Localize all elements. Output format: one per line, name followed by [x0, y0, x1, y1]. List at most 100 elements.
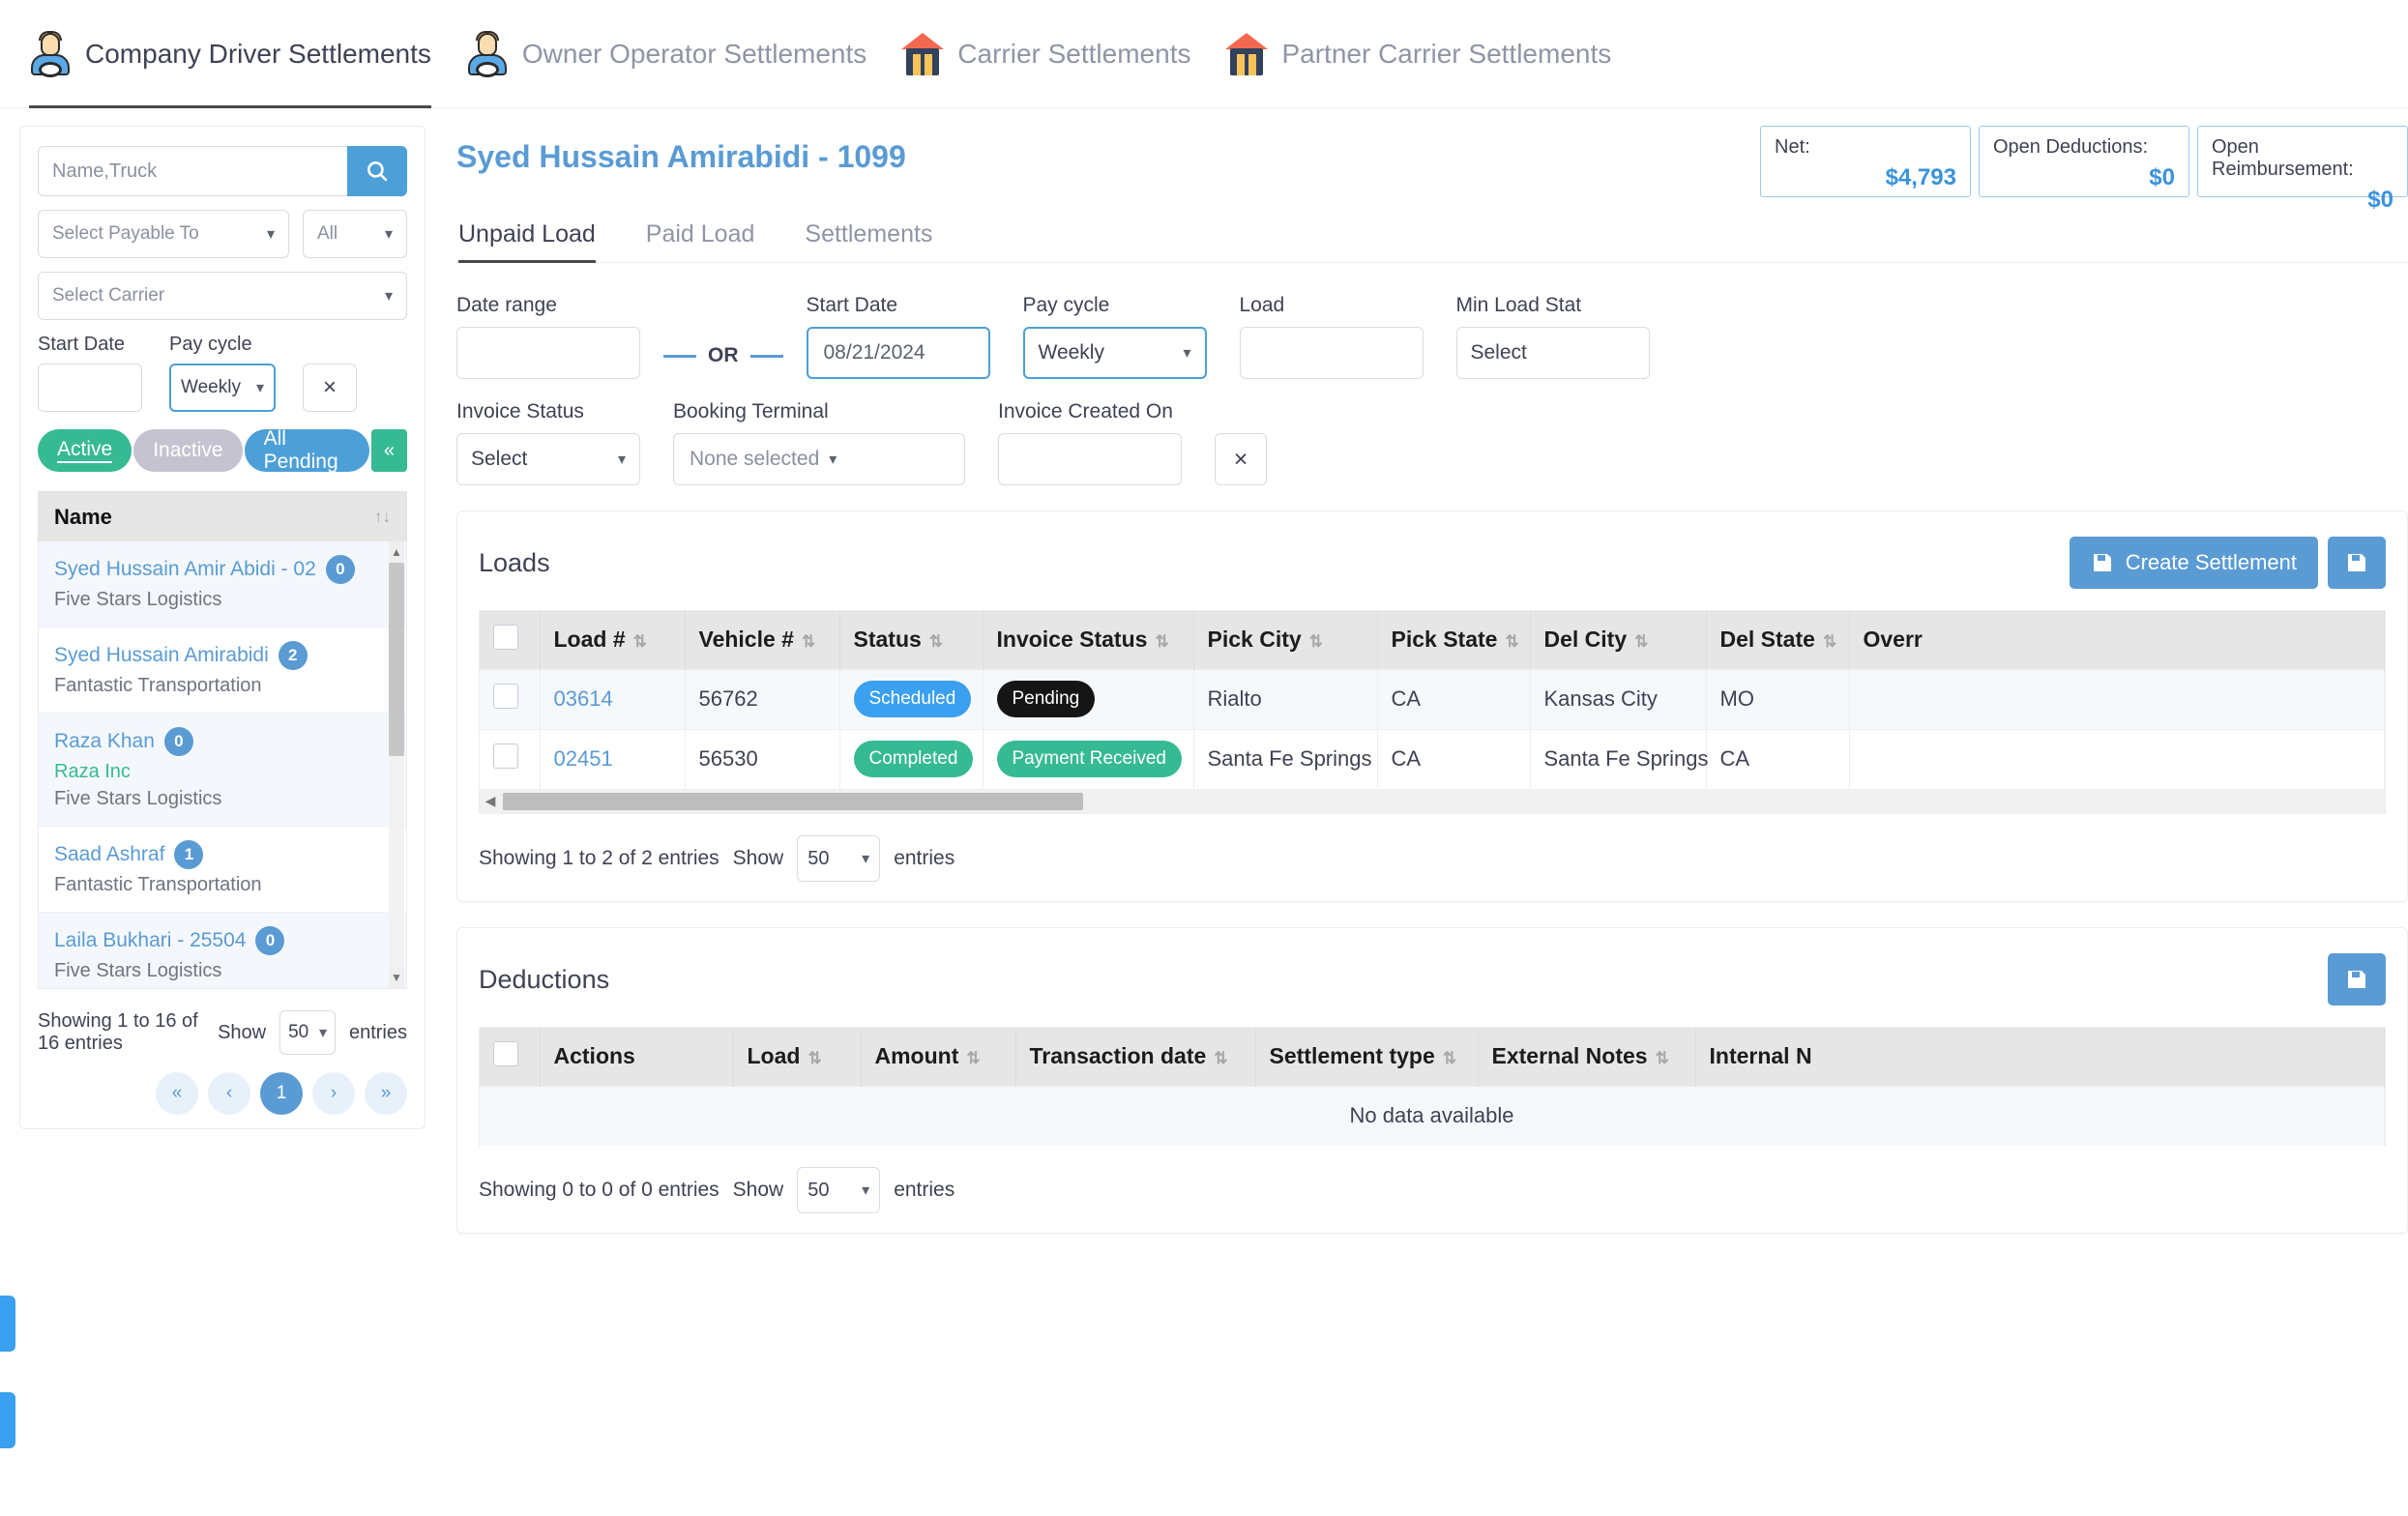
col-load[interactable]: Load ⇅: [733, 1028, 862, 1086]
scrollbar-thumb[interactable]: [389, 563, 404, 756]
col-status[interactable]: Status ⇅: [839, 611, 984, 669]
list-item[interactable]: Raza Khan 0 Raza Inc Five Stars Logistic…: [39, 714, 406, 827]
pagination-first[interactable]: «: [156, 1072, 198, 1115]
search-input[interactable]: [38, 146, 347, 196]
sort-icon[interactable]: ⇅: [1823, 632, 1836, 651]
cell-load-number[interactable]: 02451: [540, 728, 686, 789]
table-row[interactable]: 03614 56762 Scheduled Pending Rialto CA …: [480, 668, 2385, 729]
cell-pick-state: CA: [1377, 668, 1531, 729]
loads-horizontal-scrollbar[interactable]: ◀: [479, 789, 2386, 814]
tab-company-driver-settlements[interactable]: Company Driver Settlements: [19, 0, 456, 108]
tab-carrier-settlements[interactable]: Carrier Settlements: [892, 0, 1216, 108]
col-pick-state[interactable]: Pick State ⇅: [1377, 611, 1531, 669]
booking-terminal-select[interactable]: None selected ▾: [673, 433, 965, 485]
col-pick-city[interactable]: Pick City ⇅: [1193, 611, 1378, 669]
start-date-input[interactable]: 08/21/2024: [806, 327, 990, 379]
tab-label: Unpaid Load: [458, 220, 596, 248]
col-settlement-type[interactable]: Settlement type ⇅: [1255, 1028, 1479, 1086]
sidebar-page-size-select[interactable]: 50 ▾: [279, 1010, 336, 1055]
sort-icon[interactable]: ⇅: [1634, 632, 1648, 651]
tab-partner-carrier-settlements[interactable]: Partner Carrier Settlements: [1216, 0, 1636, 108]
min-load-status-select[interactable]: Select: [1455, 327, 1650, 379]
save-deductions-button[interactable]: [2328, 953, 2386, 1006]
date-range-input[interactable]: [456, 327, 640, 379]
row-checkbox[interactable]: [493, 743, 518, 770]
pill-inactive[interactable]: Inactive: [133, 429, 243, 472]
invoice-status-select[interactable]: Select ▾: [456, 433, 640, 485]
pay-cycle-select[interactable]: Weekly ▾: [169, 364, 276, 412]
all-select[interactable]: All ▾: [303, 210, 407, 258]
search-button[interactable]: [347, 146, 407, 196]
loads-page-size-select[interactable]: 50 ▾: [797, 835, 881, 882]
select-all-checkbox[interactable]: [493, 624, 518, 650]
pagination-last[interactable]: »: [365, 1072, 407, 1115]
driver-list[interactable]: Syed Hussain Amir Abidi - 02 0 Five Star…: [39, 541, 406, 988]
cell-load-number[interactable]: 03614: [540, 668, 686, 729]
list-item[interactable]: Syed Hussain Amir Abidi - 02 0 Five Star…: [39, 541, 406, 627]
tab-paid-load[interactable]: Paid Load: [646, 220, 755, 262]
sort-icon[interactable]: ⇅: [802, 632, 815, 651]
sort-icon[interactable]: ⇅: [929, 632, 943, 651]
pagination-page-1[interactable]: 1: [260, 1072, 303, 1115]
edge-indicator-bottom[interactable]: [0, 1392, 15, 1448]
col-invoice-status[interactable]: Invoice Status ⇅: [983, 611, 1194, 669]
stat-value: $0: [2367, 187, 2393, 213]
select-all-checkbox[interactable]: [493, 1040, 518, 1066]
sort-icon[interactable]: ⇅: [1309, 632, 1323, 651]
load-input[interactable]: [1239, 327, 1424, 379]
row-checkbox[interactable]: [493, 684, 518, 709]
save-loads-button[interactable]: [2328, 537, 2386, 589]
chevron-down-icon: ▾: [384, 226, 393, 243]
pay-cycle-select[interactable]: Weekly ▾: [1022, 327, 1207, 379]
column-label: Amount: [874, 1043, 959, 1069]
sort-icon[interactable]: ⇅: [1443, 1049, 1456, 1067]
tab-unpaid-load[interactable]: Unpaid Load: [458, 220, 596, 263]
sort-icon[interactable]: ⇅: [808, 1049, 821, 1067]
scrollbar-thumb[interactable]: [503, 792, 1083, 810]
tab-settlements[interactable]: Settlements: [805, 220, 932, 262]
col-del-city[interactable]: Del City ⇅: [1530, 611, 1707, 669]
save-icon: [2348, 554, 2365, 571]
scroll-left-icon[interactable]: ◀: [480, 793, 501, 809]
sort-icon[interactable]: ⇅: [633, 632, 647, 651]
list-item[interactable]: Syed Hussain Amirabidi 2 Fantastic Trans…: [39, 627, 406, 714]
tab-owner-operator-settlements[interactable]: Owner Operator Settlements: [456, 0, 892, 108]
load-link[interactable]: 02451: [554, 746, 613, 771]
sort-icon[interactable]: ⇅: [966, 1049, 980, 1067]
table-row[interactable]: 02451 56530 Completed Payment Received S…: [480, 728, 2385, 789]
sort-icon[interactable]: ⇅: [1155, 632, 1168, 651]
payable-to-select[interactable]: Select Payable To ▾: [38, 210, 289, 258]
sort-icon[interactable]: ⇅: [1505, 632, 1518, 651]
col-override[interactable]: Overr: [1849, 611, 2385, 669]
driver-company: Five Stars Logistics: [54, 589, 222, 610]
pagination-next[interactable]: ›: [312, 1072, 355, 1115]
sort-icon[interactable]: ⇅: [1214, 1049, 1227, 1067]
create-settlement-button[interactable]: Create Settlement: [2069, 537, 2318, 589]
col-del-state[interactable]: Del State ⇅: [1706, 611, 1850, 669]
scroll-down-icon[interactable]: ▼: [389, 967, 404, 988]
start-date-input[interactable]: [38, 364, 142, 412]
clear-filters-button[interactable]: ×: [1215, 433, 1267, 485]
deductions-page-size-select[interactable]: 50 ▾: [797, 1167, 881, 1213]
col-amount[interactable]: Amount ⇅: [861, 1028, 1016, 1086]
col-vehicle-number[interactable]: Vehicle # ⇅: [685, 611, 840, 669]
col-external-notes[interactable]: External Notes ⇅: [1478, 1028, 1696, 1086]
carrier-select[interactable]: Select Carrier ▾: [38, 272, 407, 320]
sort-icon[interactable]: ↑↓: [374, 508, 391, 527]
clear-filters-button[interactable]: ×: [303, 364, 357, 412]
pill-all-pending[interactable]: All Pending: [244, 427, 369, 473]
col-internal-notes[interactable]: Internal N: [1695, 1028, 2385, 1086]
collapse-sidebar-button[interactable]: «: [370, 429, 407, 472]
invoice-created-on-input[interactable]: [998, 433, 1182, 485]
list-item[interactable]: Laila Bukhari - 25504 0 Five Stars Logis…: [39, 913, 406, 988]
pill-active[interactable]: Active: [38, 429, 132, 472]
col-load-number[interactable]: Load # ⇅: [540, 611, 686, 669]
list-item[interactable]: Saad Ashraf 1 Fantastic Transportation: [39, 827, 406, 913]
scroll-up-icon[interactable]: ▲: [389, 541, 404, 563]
edge-indicator-top[interactable]: [0, 1296, 15, 1352]
tab-label: Company Driver Settlements: [85, 38, 431, 69]
sort-icon[interactable]: ⇅: [1656, 1049, 1669, 1067]
load-link[interactable]: 03614: [554, 686, 613, 711]
pagination-prev[interactable]: ‹: [208, 1072, 250, 1115]
col-transaction-date[interactable]: Transaction date ⇅: [1015, 1028, 1256, 1086]
